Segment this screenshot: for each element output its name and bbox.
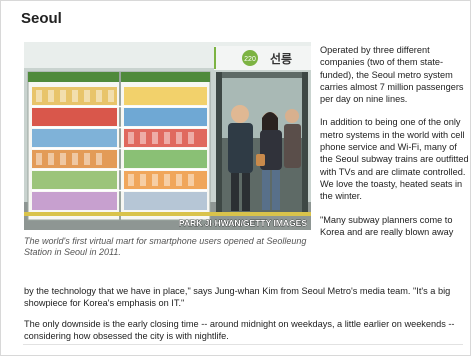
section-heading: Seoul xyxy=(21,10,62,27)
station-number: 220 xyxy=(244,56,256,63)
paragraph-2: In addition to being one of the only met… xyxy=(320,117,469,202)
paragraph-1: Operated by three different companies (t… xyxy=(320,45,464,105)
paragraph-3-continued: by the technology that we have in place,… xyxy=(24,286,451,309)
side-column: Operated by three different companies (t… xyxy=(320,44,470,238)
photo-caption: The world's first virtual mart for smart… xyxy=(24,236,307,257)
paragraph-4: The only downside is the early closing t… xyxy=(24,319,455,342)
bottom-divider xyxy=(23,344,463,345)
station-name: 선릉 xyxy=(270,51,292,66)
paragraph-3-start: "Many subway planners come to Korea and … xyxy=(320,214,454,237)
article-photo: 220 선릉 PARK JI-HWAN/GETTY IMAGES xyxy=(24,42,311,230)
photo-credit: PARK JI-HWAN/GETTY IMAGES xyxy=(179,218,307,228)
virtual-mart-photo: 220 선릉 PARK JI-HWAN/GETTY IMAGES xyxy=(24,42,311,230)
